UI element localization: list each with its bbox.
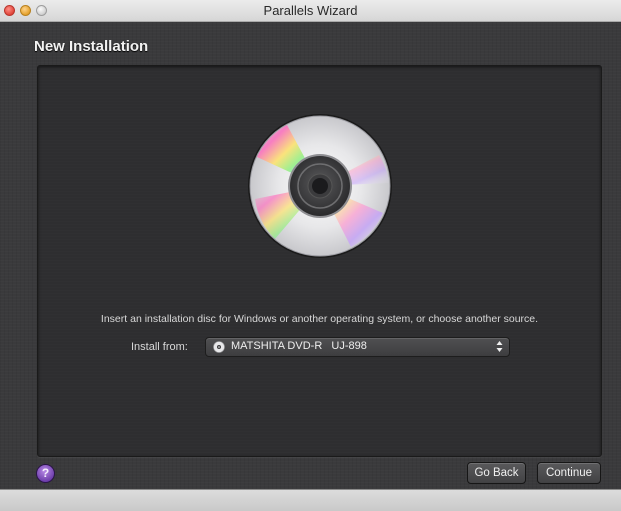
install-source-value: MATSHITA DVD-R UJ-898 — [231, 340, 367, 352]
optical-drive-icon — [213, 341, 225, 353]
continue-button[interactable]: Continue — [537, 462, 601, 484]
updown-arrows-icon — [496, 341, 503, 352]
window-bottom-bar — [0, 489, 621, 511]
page-title: New Installation — [34, 38, 149, 55]
content-panel: Insert an installation disc for Windows … — [37, 65, 602, 457]
wizard-body: New Installation Insert an installation … — [0, 22, 621, 489]
cd-disc-icon — [248, 114, 392, 258]
install-source-select[interactable]: MATSHITA DVD-R UJ-898 — [205, 337, 510, 357]
help-icon[interactable]: ? — [36, 464, 55, 483]
window-title: Parallels Wizard — [263, 3, 358, 18]
install-from-label: Install from: — [131, 341, 188, 353]
parallels-wizard-window: Parallels Wizard New Installation Insert… — [0, 0, 621, 511]
go-back-button[interactable]: Go Back — [467, 462, 526, 484]
instructions-text: Insert an installation disc for Windows … — [100, 313, 539, 325]
title-bar[interactable]: Parallels Wizard — [0, 0, 621, 22]
